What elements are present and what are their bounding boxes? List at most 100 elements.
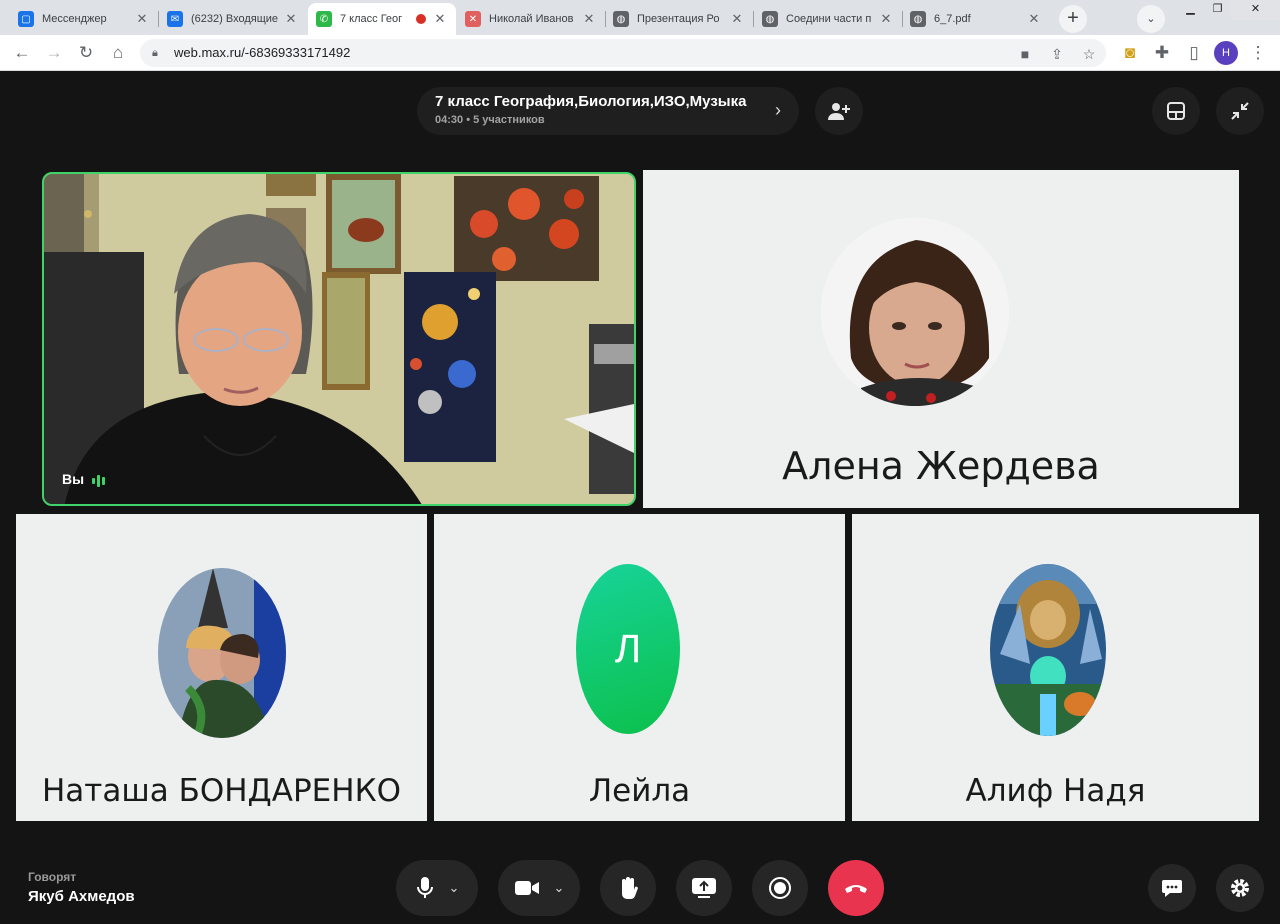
tab-close-icon[interactable]: ✕ [581, 11, 597, 27]
tab-close-icon[interactable]: ✕ [1026, 11, 1042, 27]
camera-button[interactable]: ⌄ [498, 860, 580, 916]
participant-avatar: Л [576, 564, 680, 734]
tab-title: Соедини части п [786, 13, 872, 25]
record-icon [769, 877, 791, 899]
browser-tab[interactable]: ◍ Соедини части п ✕ [754, 3, 902, 35]
tab-title: Николай Иванов [489, 13, 574, 25]
extension-icon[interactable]: ◙ [1118, 41, 1142, 65]
tab-favicon-icon: ✆ [316, 11, 332, 27]
layout-button[interactable] [1152, 87, 1200, 135]
gear-icon [1231, 879, 1249, 897]
speaking-name: Якуб Ахмедов [28, 888, 135, 905]
participant-name: Алена Жердева [782, 444, 1100, 488]
self-name: Вы [62, 470, 85, 487]
chat-button[interactable] [1148, 864, 1196, 912]
call-info-pill[interactable]: 7 класс География,Биология,ИЗО,Музыка 04… [417, 87, 799, 135]
microphone-icon [416, 877, 433, 898]
close-window-button[interactable]: ✕ [1231, 0, 1280, 20]
speaking-label: Говорят [28, 870, 77, 884]
minimize-call-button[interactable] [1216, 87, 1264, 135]
participant-tile-alena[interactable]: Алена Жердева [643, 170, 1239, 508]
browser-tab[interactable]: ✕ Николай Иванов ✕ [457, 3, 605, 35]
tab-title: 7 класс Геог [340, 13, 403, 25]
restore-button[interactable]: ❐ [1204, 0, 1231, 20]
bookmark-star-icon[interactable]: ☆ [1080, 45, 1098, 63]
browser-tab-strip: ▢ Мессенджер ✕ ✉ (6232) Входящие ✕ ✆ 7 класс Ге… [0, 0, 1280, 35]
video-camera-icon [514, 881, 539, 895]
address-bar[interactable]: 🔒︎ web.max.ru/-68369333171492 ■ ⇪ ☆ [140, 39, 1106, 67]
minimize-button[interactable]: ▁ [1177, 0, 1204, 20]
layout-icon [1167, 102, 1185, 120]
back-icon[interactable]: ← [10, 41, 34, 65]
settings-button[interactable] [1216, 864, 1264, 912]
browser-tab[interactable]: ✉ (6232) Входящие ✕ [159, 3, 307, 35]
home-icon[interactable]: ⌂ [106, 41, 130, 65]
participant-name: Лейла [588, 773, 691, 809]
participant-tile-leila[interactable]: Л Лейла [434, 514, 845, 821]
tab-favicon-icon: ◍ [762, 11, 778, 27]
tab-close-icon[interactable]: ✕ [878, 11, 894, 27]
screen-share-button[interactable] [676, 860, 732, 916]
browser-tab[interactable]: ▢ Мессенджер ✕ [10, 3, 158, 35]
avatar-photo [821, 218, 1009, 406]
share-icon[interactable]: ⇪ [1048, 45, 1066, 63]
tab-title: 6_7.pdf [934, 13, 971, 25]
tab-close-icon[interactable]: ✕ [729, 11, 745, 27]
browser-toolbar: ← → ↻ ⌂ 🔒︎ web.max.ru/-68369333171492 ■ … [0, 35, 1280, 71]
tab-close-icon[interactable]: ✕ [134, 11, 150, 27]
add-participant-button[interactable] [815, 87, 863, 135]
raise-hand-button[interactable] [600, 860, 656, 916]
end-call-button[interactable] [828, 860, 884, 916]
participant-name: Наташа БОНДАРЕНКО [42, 773, 401, 809]
tab-close-icon[interactable]: ✕ [432, 11, 448, 27]
call-duration: 04:30 [435, 114, 464, 126]
tab-search-button[interactable]: ⌄ [1137, 5, 1165, 33]
avatar-photo [990, 564, 1106, 736]
tab-favicon-icon: ✉ [167, 11, 183, 27]
tab-title: (6232) Входящие [191, 13, 279, 25]
self-video-tile[interactable]: Вы [42, 172, 636, 506]
participants-count: 5 участников [473, 114, 545, 126]
chevron-down-icon[interactable]: ⌄ [554, 880, 565, 896]
camera-icon[interactable]: ■ [1016, 45, 1034, 63]
call-title: 7 класс География,Биология,ИЗО,Музыка [435, 93, 747, 110]
tab-title: Презентация Ро [637, 13, 720, 25]
record-button[interactable] [752, 860, 808, 916]
chat-icon [1162, 880, 1182, 897]
browser-tab[interactable]: ✆ 7 класс Геог ✕ [308, 3, 456, 35]
participant-avatar [990, 564, 1106, 736]
new-tab-button[interactable]: + [1059, 5, 1087, 33]
tab-favicon-icon: ▢ [18, 11, 34, 27]
tab-favicon-icon: ◍ [613, 11, 629, 27]
chevron-right-icon: › [775, 100, 781, 120]
reload-icon[interactable]: ↻ [74, 41, 98, 65]
participant-name: Алиф Надя [965, 773, 1146, 809]
self-video-feed [44, 174, 634, 504]
side-panel-icon[interactable]: ▯ [1182, 41, 1206, 65]
tab-title: Мессенджер [42, 13, 107, 25]
add-user-icon [828, 103, 850, 120]
collapse-icon [1231, 102, 1249, 120]
avatar-photo [158, 568, 286, 738]
participant-tile-nadya[interactable]: Алиф Надя [852, 514, 1259, 821]
menu-icon[interactable]: ⋮ [1246, 41, 1270, 65]
extensions-puzzle-icon[interactable]: ✚ [1150, 41, 1174, 65]
hang-up-icon [845, 885, 867, 893]
hand-icon [622, 877, 638, 900]
recording-indicator-icon [416, 14, 426, 24]
profile-avatar[interactable]: Н [1214, 41, 1238, 65]
tab-close-icon[interactable]: ✕ [283, 11, 299, 27]
chevron-down-icon[interactable]: ⌄ [449, 880, 460, 896]
browser-tab[interactable]: ◍ Презентация Ро ✕ [605, 3, 753, 35]
speaking-indicator: Говорят Якуб Ахмедов [28, 870, 135, 905]
participant-avatar [158, 568, 286, 738]
microphone-button[interactable]: ⌄ [396, 860, 478, 916]
participant-tile-natasha[interactable]: Наташа БОНДАРЕНКО [16, 514, 427, 821]
self-label: Вы [62, 471, 107, 488]
lock-icon: 🔒︎ [152, 47, 158, 59]
tab-favicon-icon: ✕ [465, 11, 481, 27]
browser-tab[interactable]: ◍ 6_7.pdf ✕ [902, 3, 1050, 35]
tab-favicon-icon: ◍ [910, 11, 926, 27]
call-window: 7 класс География,Биология,ИЗО,Музыка 04… [0, 71, 1280, 924]
forward-icon[interactable]: → [42, 41, 66, 65]
